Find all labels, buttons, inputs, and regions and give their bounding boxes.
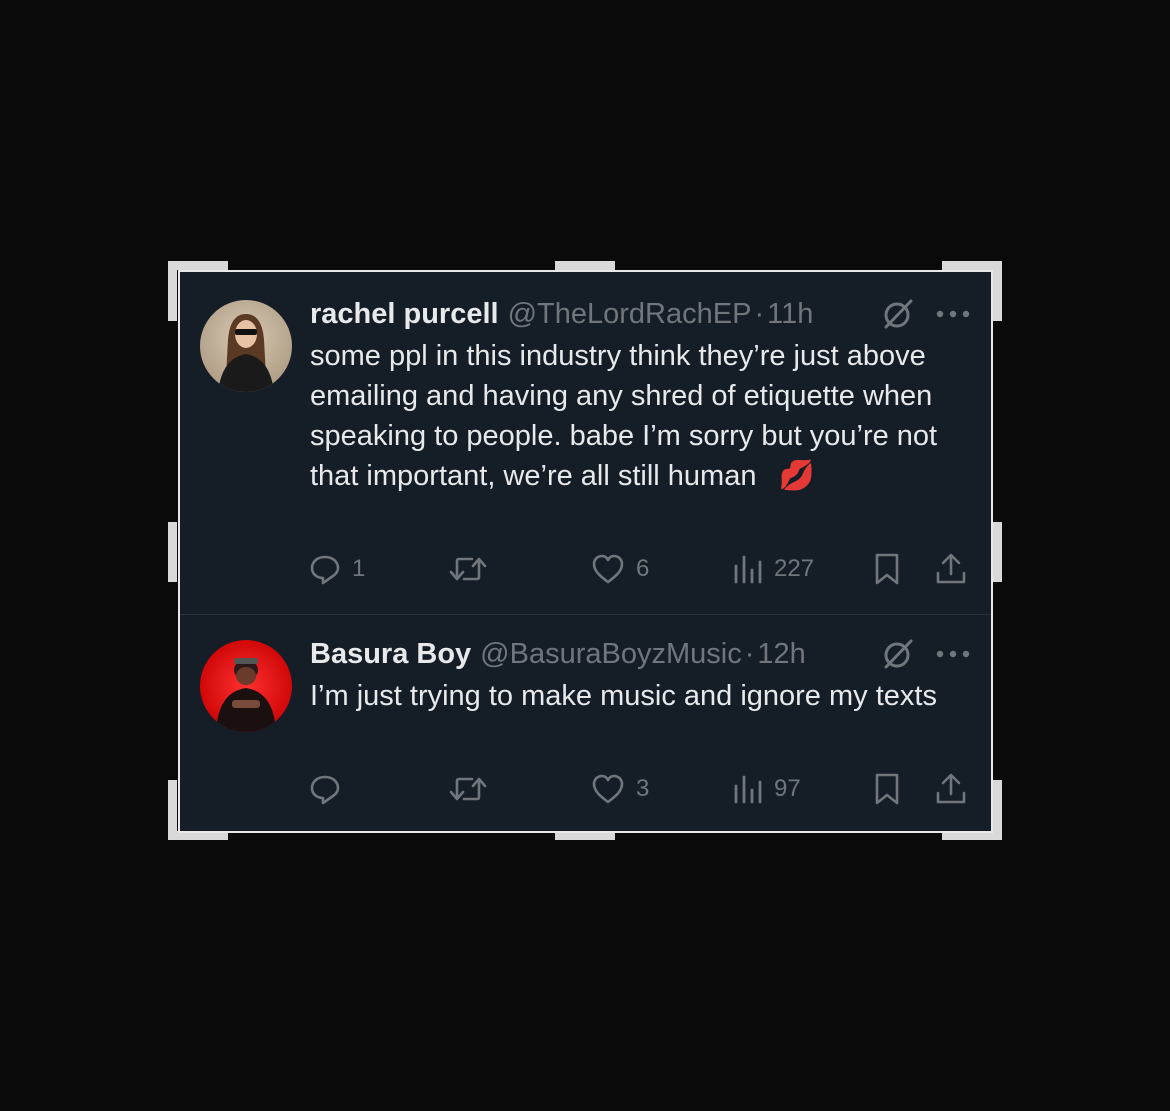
resize-handle-top[interactable] <box>555 261 615 270</box>
separator-dot: · <box>744 637 755 670</box>
retweet-icon <box>449 557 487 581</box>
resize-handle-tl-h[interactable] <box>168 261 228 270</box>
retweet-button[interactable] <box>448 769 498 809</box>
like-count: 3 <box>636 775 650 802</box>
grok-icon[interactable] <box>881 297 915 331</box>
views-button[interactable]: 227 <box>732 549 814 589</box>
reply-button[interactable]: 1 <box>308 549 365 589</box>
tweet-actions: 3 97 <box>308 769 973 809</box>
bookmark-icon <box>875 553 899 585</box>
tweet-header: Basura Boy @BasuraBoyzMusic · 12h <box>310 636 806 672</box>
views-count: 97 <box>774 775 801 802</box>
separator-dot: · <box>754 297 765 330</box>
more-icon[interactable] <box>935 649 971 659</box>
tweet-text-content: I’m just trying to make music and ignore… <box>310 680 937 712</box>
display-name[interactable]: Basura Boy <box>310 638 471 671</box>
resize-handle-tl-v[interactable] <box>168 261 177 321</box>
retweet-icon <box>449 777 487 801</box>
bookmark-button[interactable] <box>872 769 902 809</box>
like-button[interactable]: 3 <box>590 769 649 809</box>
views-count: 227 <box>774 555 815 582</box>
resize-handle-left[interactable] <box>168 522 177 582</box>
tweet-text: some ppl in this industry think they’re … <box>310 336 950 496</box>
views-button[interactable]: 97 <box>732 769 801 809</box>
timestamp[interactable]: 12h <box>757 638 805 671</box>
like-count: 6 <box>636 555 650 582</box>
avatar[interactable] <box>200 640 292 732</box>
like-icon <box>592 774 624 804</box>
views-icon <box>734 555 762 584</box>
retweet-button[interactable] <box>448 549 498 589</box>
tweet-screenshot-card: rachel purcell @TheLordRachEP · 11h some… <box>178 270 993 833</box>
kiss-emoji: 💋 <box>778 460 815 492</box>
display-name[interactable]: rachel purcell <box>310 298 499 331</box>
resize-handle-right[interactable] <box>993 522 1002 582</box>
reply-icon <box>310 555 340 585</box>
more-icon[interactable] <box>935 309 971 319</box>
tweet-text-content: some ppl in this industry think they’re … <box>310 340 938 492</box>
tweet-actions: 1 6 227 <box>308 549 973 589</box>
share-button[interactable] <box>934 549 968 589</box>
like-icon <box>592 554 624 584</box>
views-icon <box>734 775 762 804</box>
resize-handle-tr-v[interactable] <box>993 261 1002 321</box>
bookmark-icon <box>875 773 899 805</box>
tweet-text: I’m just trying to make music and ignore… <box>310 676 950 716</box>
share-icon <box>936 553 966 584</box>
resize-handle-br-v[interactable] <box>993 780 1002 840</box>
reply-count: 1 <box>352 555 366 582</box>
reply-button[interactable] <box>308 769 352 809</box>
resize-handle-bl-v[interactable] <box>168 780 177 840</box>
tweet[interactable]: Basura Boy @BasuraBoyzMusic · 12h I’m ju… <box>180 615 991 831</box>
share-icon <box>936 773 966 804</box>
grok-icon[interactable] <box>881 637 915 671</box>
avatar[interactable] <box>200 300 292 392</box>
tweet[interactable]: rachel purcell @TheLordRachEP · 11h some… <box>180 272 991 615</box>
timestamp[interactable]: 11h <box>767 298 813 331</box>
username[interactable]: @BasuraBoyzMusic <box>480 638 742 671</box>
bookmark-button[interactable] <box>872 549 902 589</box>
share-button[interactable] <box>934 769 968 809</box>
like-button[interactable]: 6 <box>590 549 649 589</box>
reply-icon <box>310 775 340 805</box>
tweet-header: rachel purcell @TheLordRachEP · 11h <box>310 296 813 332</box>
username[interactable]: @TheLordRachEP <box>508 298 752 331</box>
